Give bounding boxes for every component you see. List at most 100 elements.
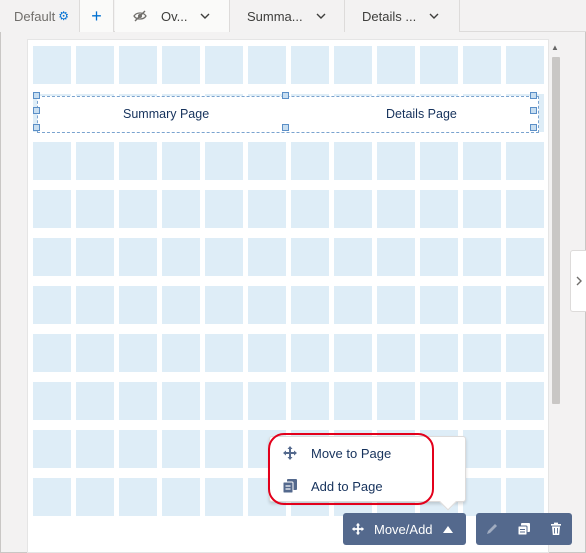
grid-cell: [248, 334, 286, 372]
grid-cell: [205, 238, 243, 276]
resize-handle[interactable]: [530, 92, 537, 99]
tab-default-label: Default: [14, 8, 56, 24]
gear-icon[interactable]: ⚙: [58, 9, 69, 23]
grid-cell: [506, 430, 544, 468]
add-to-page-item[interactable]: Add to Page: [270, 471, 465, 501]
trash-icon: [551, 522, 561, 535]
grid-cell: [334, 190, 372, 228]
chevron-down-icon[interactable]: [199, 10, 211, 22]
grid-cell: [463, 382, 501, 420]
grid-cell: [420, 190, 458, 228]
grid-cell: [463, 478, 501, 516]
grid-cell: [506, 46, 544, 84]
scrollbar-thumb[interactable]: [552, 57, 560, 404]
grid-cell: [377, 238, 415, 276]
grid-cell: [76, 478, 114, 516]
resize-handle[interactable]: [282, 92, 289, 99]
grid-cell: [420, 334, 458, 372]
grid-cell: [463, 334, 501, 372]
pencil-icon: [487, 524, 497, 534]
grid-cell: [248, 46, 286, 84]
grid-cell: [162, 286, 200, 324]
grid-cell: [205, 46, 243, 84]
caret-up-icon: [442, 526, 453, 533]
grid-cell: [76, 286, 114, 324]
chevron-down-icon[interactable]: [315, 10, 327, 22]
grid-cell: [248, 190, 286, 228]
grid-cell: [33, 190, 71, 228]
grid-cell: [162, 238, 200, 276]
chevron-down-icon[interactable]: [428, 10, 440, 22]
grid-cell: [377, 334, 415, 372]
tabset-tab-details[interactable]: Details Page: [386, 107, 457, 121]
grid-cell: [506, 286, 544, 324]
move-arrows-icon: [283, 446, 297, 460]
resize-handle[interactable]: [530, 124, 537, 131]
grid-cell: [463, 142, 501, 180]
grid-cell: [205, 430, 243, 468]
tab-default[interactable]: Default ⚙: [0, 0, 80, 32]
grid-cell: [119, 46, 157, 84]
tab-overview[interactable]: Ov...: [115, 0, 230, 32]
grid-cell: [463, 46, 501, 84]
grid-cell: [334, 382, 372, 420]
resize-handle[interactable]: [33, 124, 40, 131]
grid-cell: [291, 238, 329, 276]
add-tab-button[interactable]: +: [80, 0, 114, 32]
expand-panel-button[interactable]: [570, 250, 586, 312]
grid-cell: [248, 238, 286, 276]
move-to-page-label: Move to Page: [311, 445, 392, 461]
grid-cell: [463, 286, 501, 324]
delete-button[interactable]: [540, 513, 572, 545]
grid-cell: [205, 190, 243, 228]
add-copy-icon: [282, 479, 297, 494]
scroll-up-arrow-icon[interactable]: ▲: [551, 43, 559, 53]
grid-cell: [119, 430, 157, 468]
grid-cell: [291, 190, 329, 228]
grid-cell: [33, 430, 71, 468]
move-add-label: Move/Add: [374, 521, 433, 537]
component-actions: [476, 513, 572, 545]
edit-button[interactable]: [476, 513, 508, 545]
chevron-right-icon: [576, 276, 582, 286]
grid-cell: [291, 382, 329, 420]
grid-cell: [463, 238, 501, 276]
resize-handle[interactable]: [282, 124, 289, 131]
grid-cell: [377, 286, 415, 324]
clone-button[interactable]: [508, 513, 540, 545]
grid-cell: [291, 286, 329, 324]
vertical-scrollbar[interactable]: ▲: [550, 43, 562, 543]
tab-details-label: Details ...: [362, 8, 417, 24]
grid-cell: [119, 382, 157, 420]
grid-cell: [119, 142, 157, 180]
grid-cell: [463, 430, 501, 468]
grid-cell: [420, 238, 458, 276]
move-to-page-item[interactable]: Move to Page: [270, 438, 465, 468]
grid-cell: [506, 190, 544, 228]
resize-handle[interactable]: [530, 107, 537, 114]
grid-cell: [76, 142, 114, 180]
grid-cell: [420, 46, 458, 84]
grid-cell: [33, 46, 71, 84]
grid-cell: [334, 142, 372, 180]
grid-cell: [162, 478, 200, 516]
grid-cell: [205, 334, 243, 372]
page-tab-bar: Default ⚙ + Ov... Summa... Details ...: [0, 0, 586, 32]
move-add-button[interactable]: Move/Add: [343, 513, 466, 545]
resize-handle[interactable]: [33, 107, 40, 114]
resize-handle[interactable]: [33, 92, 40, 99]
grid-cell: [248, 142, 286, 180]
grid-cell: [291, 142, 329, 180]
grid-cell: [162, 382, 200, 420]
tabset-tab-summary[interactable]: Summary Page: [123, 107, 209, 121]
grid-cell: [76, 190, 114, 228]
grid-cell: [205, 382, 243, 420]
grid-cell: [506, 334, 544, 372]
tabset-component[interactable]: Summary Page Details Page: [33, 92, 539, 133]
grid-cell: [162, 190, 200, 228]
grid-cell: [506, 382, 544, 420]
tab-summary[interactable]: Summa...: [230, 0, 345, 32]
add-to-page-label: Add to Page: [311, 478, 383, 494]
tab-details[interactable]: Details ...: [345, 0, 460, 32]
grid-cell: [291, 334, 329, 372]
